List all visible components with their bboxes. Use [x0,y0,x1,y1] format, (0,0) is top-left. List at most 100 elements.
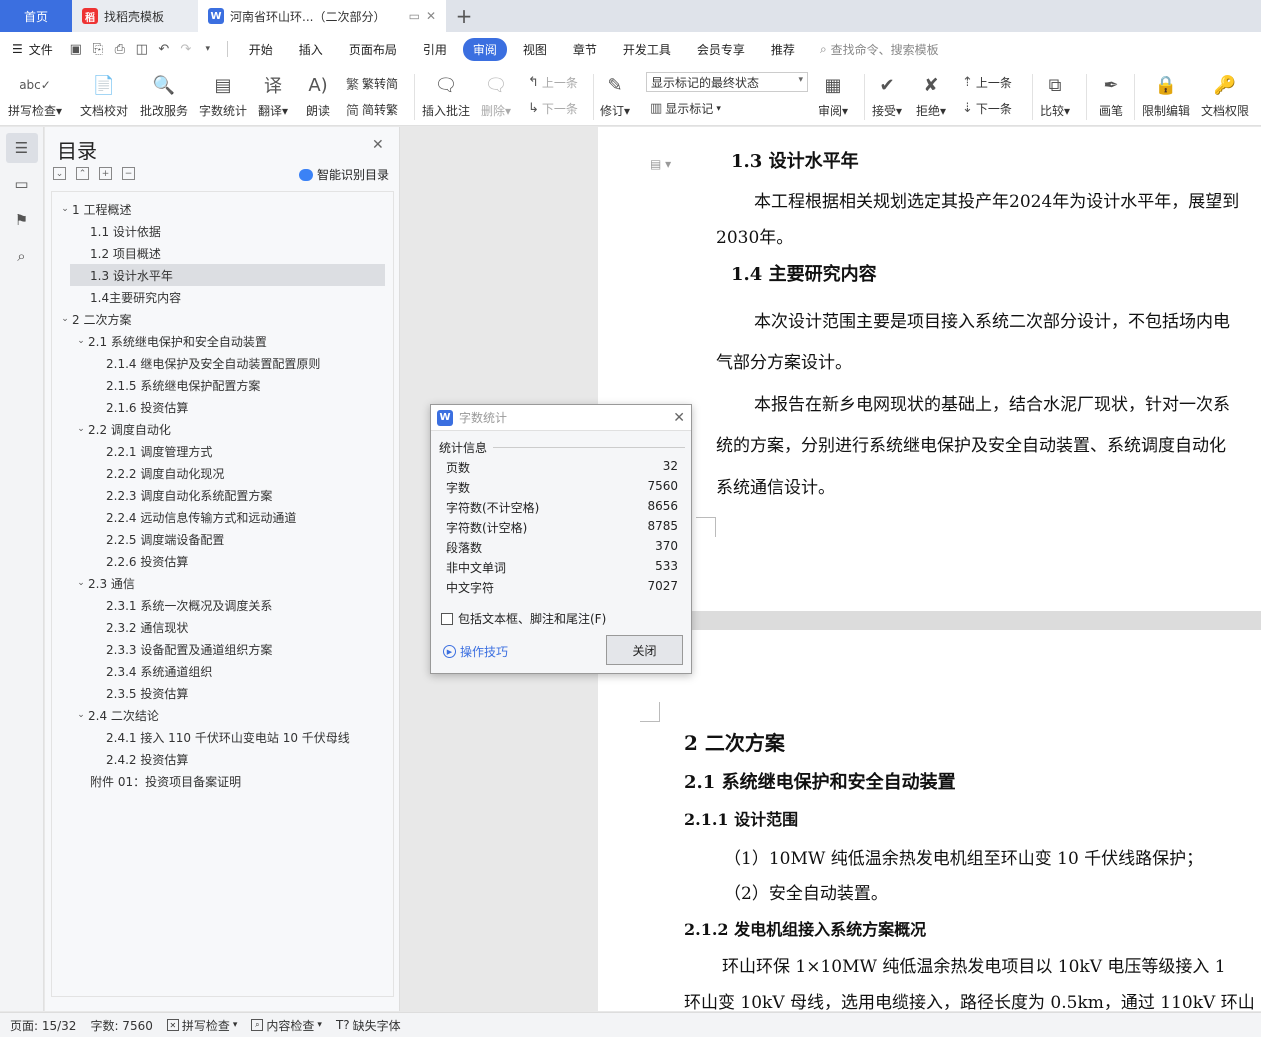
toc-item[interactable]: 2.3.4 系统通道组织 [52,660,393,682]
toc-item[interactable]: 2.1.5 系统继电保护配置方案 [52,374,393,396]
toc-item[interactable]: 1.3 设计水平年 [52,264,393,286]
print-preview-icon[interactable]: ◫ [131,38,153,60]
tab-restore-icon[interactable]: ▭ [409,9,420,23]
menu-insert[interactable]: 插入 [289,38,333,61]
review-pane-button[interactable]: ▦ 审阅▾ [818,70,848,119]
toc-item[interactable]: ⌄ 2 二次方案 [52,308,393,330]
smart-toc-button[interactable]: 智能识别目录 [299,166,389,183]
export-pdf-icon[interactable]: ⎘ [87,38,109,60]
new-tab-button[interactable]: + [446,0,482,32]
save-icon[interactable]: ▣ [65,38,87,60]
toc-item[interactable]: ⌄ 1 工程概述 [52,198,393,220]
proofread-button[interactable]: 📄 文档校对 [80,70,128,119]
close-icon[interactable]: ✕ [372,137,384,153]
tips-link[interactable]: ▶ 操作技巧 [443,643,508,660]
chevron-down-icon[interactable]: ⌄ [74,710,88,720]
read-aloud-button[interactable]: A) 朗读 [303,70,333,119]
chevron-down-icon[interactable]: ⌄ [74,336,88,346]
menu-section[interactable]: 章节 [563,38,607,61]
track-changes-button[interactable]: ✎ 修订▾ [600,70,630,119]
toc-item[interactable]: 2.2.3 调度自动化系统配置方案 [52,484,393,506]
word-count-button[interactable]: ▤ 字数统计 [199,70,247,119]
toc-item[interactable]: ⌄ 2.2 调度自动化 [52,418,393,440]
page-indicator[interactable]: 页面: 15/32 [10,1017,76,1034]
toc-item[interactable]: 2.1.6 投资估算 [52,396,393,418]
tab-home[interactable]: 首页 [0,0,72,32]
menu-page-layout[interactable]: 页面布局 [339,38,407,61]
chevron-down-icon[interactable]: ⌄ [74,424,88,434]
undo-icon[interactable]: ↶ [153,38,175,60]
ink-button[interactable]: ✒ 画笔 [1096,70,1126,119]
review-service-button[interactable]: 🔍 批改服务 [140,70,188,119]
document-page[interactable]: ▤ ▾ 1.3 设计水平年 本工程根据相关规划选定其投产年2024年为设计水平年… [598,127,1261,611]
expand-all-icon[interactable]: ⌃ [76,167,89,180]
chevron-down-icon[interactable]: ⌄ [58,314,72,324]
document-page[interactable]: 2 二次方案 2.1 系统继电保护和安全自动装置 2.1.1 设计范围 （1）1… [598,630,1261,1011]
simp-to-trad-button[interactable]: 简 简转繁 [346,100,398,119]
trad-to-simp-button[interactable]: 繁 繁转简 [346,74,398,93]
toc-item[interactable]: 2.3.3 设备配置及通道组织方案 [52,638,393,660]
reject-button[interactable]: ✘ 拒绝▾ [916,70,946,119]
content-check-status[interactable]: ⌕ 内容检查 ▾ [251,1017,322,1034]
toc-item[interactable]: ⌄ 2.4 二次结论 [52,704,393,726]
doc-permission-button[interactable]: 🔑 文档权限 [1201,70,1249,119]
toc-item[interactable]: 2.2.5 调度端设备配置 [52,528,393,550]
spellcheck-button[interactable]: abc✓ 拼写检查▾ [8,70,62,119]
menu-view[interactable]: 视图 [513,38,557,61]
toc-item[interactable]: ⌄ 2.3 通信 [52,572,393,594]
insert-comment-button[interactable]: 🗨 插入批注 [422,70,470,119]
chevron-down-icon[interactable]: ⌄ [58,204,72,214]
toc-item[interactable]: 2.2.2 调度自动化现况 [52,462,393,484]
close-icon[interactable]: ✕ [673,410,685,426]
next-comment-button[interactable]: ↳ 下一条 [528,100,578,117]
toc-item[interactable]: 2.1.4 继电保护及安全自动装置配置原则 [52,352,393,374]
chapter-nav-icon[interactable]: ▭ [6,169,38,199]
toc-item[interactable]: ⌄ 2.1 系统继电保护和安全自动装置 [52,330,393,352]
dialog-titlebar[interactable]: W 字数统计 ✕ [431,405,691,431]
toc-item[interactable]: 2.3.2 通信现状 [52,616,393,638]
toc-item[interactable]: 2.2.1 调度管理方式 [52,440,393,462]
remove-heading-icon[interactable]: − [122,167,135,180]
tab-template[interactable]: 稻 找稻壳模板 [72,0,198,32]
command-search[interactable]: ⌕ 查找命令、搜索模板 [820,41,939,58]
toc-item[interactable]: 2.3.1 系统一次概况及调度关系 [52,594,393,616]
menu-developer[interactable]: 开发工具 [613,38,681,61]
compare-button[interactable]: ⧉ 比较▾ [1040,70,1070,119]
toc-item[interactable]: 2.2.4 远动信息传输方式和远动通道 [52,506,393,528]
customize-toolbar-icon[interactable]: ▾ [197,38,219,60]
toc-item[interactable]: 附件 01：投资项目备案证明 [52,770,393,792]
menu-home[interactable]: 开始 [239,38,283,61]
toc-panel-icon[interactable]: ☰ [5,133,38,163]
show-markup-button[interactable]: ▥ 显示标记 ▾ [650,100,721,117]
toc-item[interactable]: 2.3.5 投资估算 [52,682,393,704]
file-menu[interactable]: ☰ 文件 [12,41,53,58]
menu-references[interactable]: 引用 [413,38,457,61]
next-change-button[interactable]: ⇣ 下一条 [962,100,1012,117]
toc-item[interactable]: 1.1 设计依据 [52,220,393,242]
tab-document[interactable]: W 河南省环山环...（二次部分） ▭ ✕ [198,0,446,32]
include-textbox-checkbox[interactable]: 包括文本框、脚注和尾注(F) [441,610,606,627]
redo-icon[interactable]: ↷ [175,38,197,60]
search-icon[interactable]: ⌕ [6,241,38,271]
checkbox-box[interactable] [441,612,453,625]
toc-item[interactable]: 2.4.2 投资估算 [52,748,393,770]
toc-item[interactable]: 2.4.1 接入 110 千伏环山变电站 10 千伏母线 [52,726,393,748]
toc-item[interactable]: 2.2.6 投资估算 [52,550,393,572]
menu-member[interactable]: 会员专享 [687,38,755,61]
collapse-all-icon[interactable]: ⌄ [53,167,66,180]
spellcheck-status[interactable]: ✕ 拼写检查 ▾ [166,1017,237,1034]
tab-close-icon[interactable]: ✕ [426,9,436,23]
toc-item[interactable]: 1.4主要研究内容 [52,286,393,308]
toc-item[interactable]: 1.2 项目概述 [52,242,393,264]
delete-comment-button[interactable]: 🗨 删除▾ [481,70,511,119]
paragraph-menu-icon[interactable]: ▤ ▾ [650,157,671,171]
markup-state-select[interactable]: 显示标记的最终状态 ▾ [646,72,808,92]
print-icon[interactable]: ⎙ [109,38,131,60]
accept-button[interactable]: ✔ 接受▾ [872,70,902,119]
add-heading-icon[interactable]: + [99,167,112,180]
prev-comment-button[interactable]: ↰ 上一条 [528,74,578,91]
menu-recommend[interactable]: 推荐 [761,38,805,61]
prev-change-button[interactable]: ⇡ 上一条 [962,74,1012,91]
bookmark-icon[interactable]: ⚑ [6,205,38,235]
restrict-edit-button[interactable]: 🔒 限制编辑 [1142,70,1190,119]
